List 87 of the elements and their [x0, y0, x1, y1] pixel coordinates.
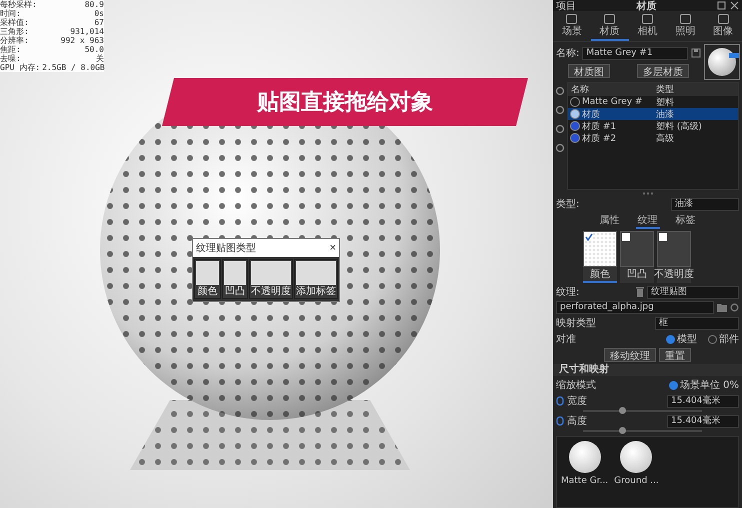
panel-tab[interactable]: 材质 [590, 13, 629, 41]
stat-value: 931,014 [70, 27, 104, 36]
stat-label: 去噪: [0, 54, 21, 63]
library-material[interactable]: Ground ... [614, 441, 659, 503]
stat-value: 50.0 [84, 45, 104, 54]
stat-label: GPU 内存: [0, 63, 40, 72]
slot-checkbox[interactable] [585, 233, 593, 241]
panel-tab[interactable]: 图像 [704, 13, 742, 41]
material-button[interactable]: 多层材质 [637, 64, 689, 78]
align-radio[interactable]: 部件 [708, 332, 739, 346]
panel-tab[interactable]: 照明 [666, 13, 704, 41]
slot-checkbox[interactable] [659, 233, 667, 241]
mapping-label: 映射类型 [556, 316, 596, 330]
slot-checkbox[interactable] [622, 233, 630, 241]
type-label: 类型: [556, 198, 580, 211]
column-header[interactable]: 类型 [653, 83, 738, 96]
sub-tab[interactable]: 属性 [598, 213, 622, 229]
material-row[interactable]: Matte Grey # 塑料 [568, 96, 738, 108]
texture-dropdown[interactable]: 纹理贴图 [647, 286, 739, 298]
scale-radio[interactable]: 场景单位 [669, 378, 720, 392]
material-type: 塑料 (高级) [655, 120, 703, 132]
material-type: 油漆 [655, 108, 675, 120]
texture-type-option[interactable]: 凹凸 [222, 259, 248, 299]
texture-slot[interactable]: 凹凸 [620, 231, 654, 283]
folder-icon[interactable] [717, 303, 727, 312]
resize-grip-icon[interactable] [642, 192, 654, 195]
texture-type-option[interactable]: 添加标签 [294, 259, 338, 299]
banner: 贴图直接拖给对象 [162, 78, 528, 126]
stat-label: 三角形: [0, 27, 29, 36]
dimension-label: 宽度 [567, 394, 587, 408]
close-button[interactable]: × [330, 242, 336, 254]
panel-title: 材质 [636, 0, 656, 12]
column-header[interactable]: 名称 [568, 83, 653, 96]
material-row[interactable]: 材质 油漆 [568, 108, 738, 120]
material-type: 塑料 [655, 96, 675, 108]
scale-value: 0% [723, 380, 739, 390]
texture-type-option[interactable]: 颜色 [194, 259, 220, 299]
radio-indicator[interactable] [666, 334, 675, 344]
mapping-dropdown[interactable]: 框 [655, 316, 739, 330]
material-name: 材质 #2 [582, 132, 616, 144]
stat-value: 80.9 [84, 0, 104, 9]
texture-type-option[interactable]: 不透明度 [249, 259, 293, 299]
project-label[interactable]: 项目 [556, 0, 576, 12]
material-name: 材质 [582, 108, 600, 120]
stat-value: 2.5GB / 8.0GB [42, 63, 105, 72]
stat-label: 时间: [0, 9, 21, 18]
align-label: 对准 [556, 332, 576, 346]
save-icon[interactable] [691, 48, 701, 58]
radio-indicator[interactable] [708, 334, 717, 344]
type-dropdown[interactable]: 油漆 [671, 198, 739, 210]
material-name: 材质 #1 [582, 120, 616, 132]
trash-icon[interactable] [636, 287, 644, 297]
dimension-field[interactable]: 15.404毫米 [667, 394, 739, 408]
material-row[interactable]: 材质 #2 高级 [568, 132, 738, 144]
window-controls-icon[interactable] [717, 1, 739, 10]
stat-label: 焦距: [0, 45, 21, 54]
material-button[interactable]: 材质图 [568, 64, 610, 78]
scale-label: 缩放模式 [556, 378, 596, 392]
dimension-field[interactable]: 15.404毫米 [667, 414, 739, 428]
dialog-title: 纹理贴图类型 [196, 242, 256, 255]
name-field[interactable]: Matte Grey #1 [582, 46, 688, 60]
stat-value: 0s [94, 9, 104, 18]
name-label: 名称: [556, 47, 580, 60]
stat-value: 67 [94, 18, 104, 27]
material-row[interactable]: 材质 #1 塑料 (高级) [568, 120, 738, 132]
material-name: Matte Grey # [582, 97, 642, 107]
library-material[interactable]: Matte Gr... [561, 441, 608, 503]
stat-value: 992 x 963 [60, 36, 104, 45]
stat-label: 分辨率: [0, 36, 29, 45]
file-field[interactable]: perforated_alpha.jpg [556, 301, 714, 314]
texture-slot[interactable]: 颜色 [583, 231, 617, 283]
action-button[interactable]: 重置 [659, 348, 691, 362]
material-preview [704, 44, 740, 80]
stat-label: 每秒采样: [0, 0, 37, 9]
stat-label: 采样值: [0, 18, 29, 27]
material-type: 高级 [655, 132, 675, 144]
section-header[interactable]: 尺寸和映射 [553, 364, 742, 376]
panel-tab[interactable]: 相机 [628, 13, 666, 41]
radio-indicator[interactable] [669, 380, 678, 390]
sub-tab[interactable]: 纹理 [636, 213, 660, 229]
dimension-label: 高度 [567, 414, 587, 428]
align-radio[interactable]: 模型 [666, 332, 697, 346]
stat-value: 关 [96, 54, 104, 63]
sub-tab[interactable]: 标签 [674, 213, 698, 229]
action-button[interactable]: 移动纹理 [604, 348, 656, 362]
panel-tab[interactable]: 场景 [553, 13, 591, 41]
texture-label: 纹理: [556, 286, 580, 299]
